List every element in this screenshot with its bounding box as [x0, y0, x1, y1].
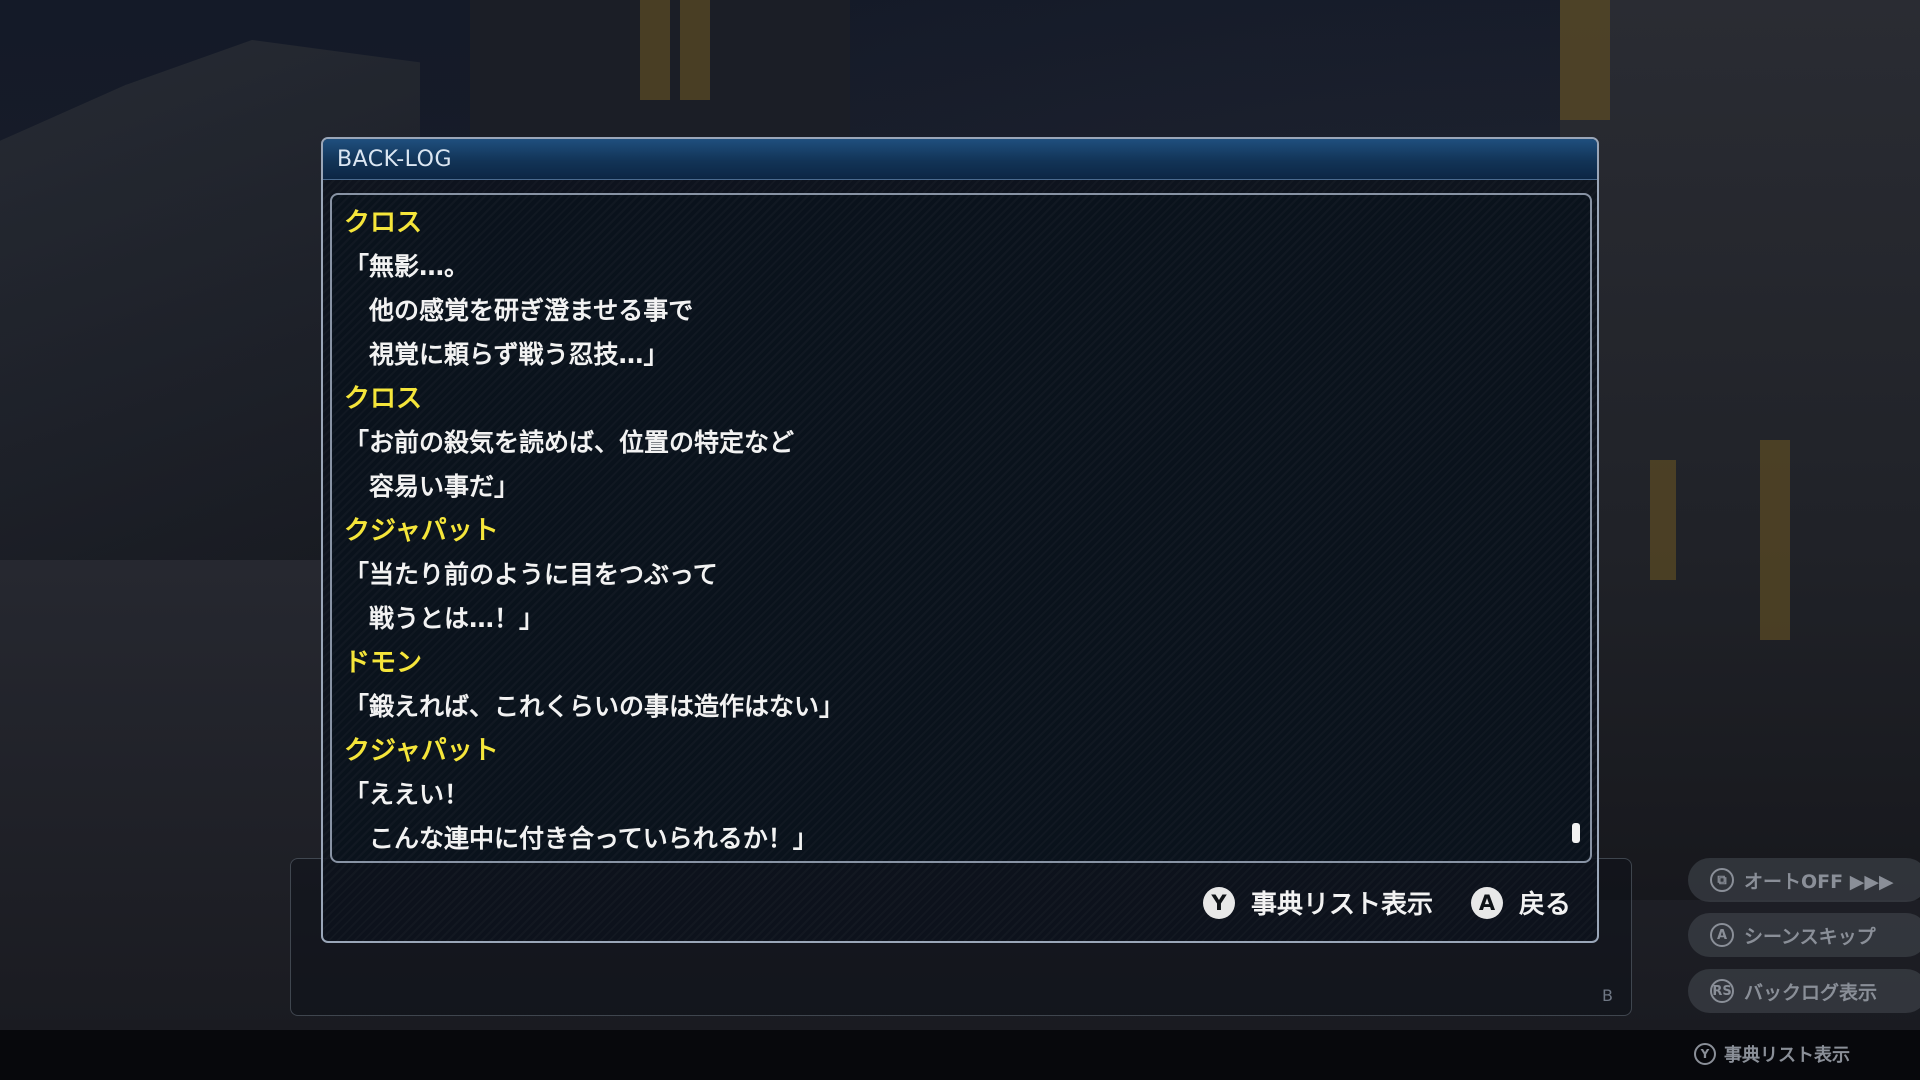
log-entry: ドモン「鍛えれば、これくらいの事は造作はない」 [344, 641, 1560, 729]
dialogue-line: 「ええい！ [344, 780, 470, 809]
dialogue-line: 他の感覚を研ぎ澄ませる事で [344, 296, 694, 325]
background-building-right [1560, 0, 1920, 900]
speaker-name: クロス [344, 384, 423, 414]
a-button-icon: A [1470, 886, 1503, 919]
dialogue-line: 視覚に頼らず戦う忍技…」 [344, 340, 669, 369]
a-button-icon: A [1710, 923, 1734, 947]
dictionary-hint[interactable]: Y 事典リスト表示 [1694, 1041, 1850, 1067]
dialogue-line: 容易い事だ」 [344, 472, 520, 501]
bottom-strip [0, 1030, 1920, 1080]
dialogue-line: 「無影…。 [344, 252, 470, 281]
background-building-left [470, 0, 850, 150]
auto-button[interactable]: ⧉ オートOFF ▶▶▶ [1688, 858, 1920, 902]
dialogue-line: こんな連中に付き合っていられるか！」 [344, 824, 818, 853]
backlog-button[interactable]: RS バックログ表示 [1688, 969, 1920, 1013]
message-box-letter: B [1602, 986, 1613, 1005]
dialogue-line: 戦うとは…！」 [344, 604, 545, 633]
scene-skip-label: シーンスキップ [1744, 925, 1876, 948]
speaker-name: クロス [344, 208, 423, 238]
back-hint[interactable]: A 戻る [1470, 884, 1571, 921]
dialogue-line: 「当たり前のように目をつぶって [344, 560, 718, 589]
back-label: 戻る [1518, 890, 1571, 920]
backlog-label: バックログ表示 [1744, 981, 1878, 1004]
y-button-icon: Y [1694, 1043, 1716, 1065]
log-panel[interactable]: クロス 「無影…。 他の感覚を研ぎ澄ませる事で 視覚に頼らず戦う忍技…」 クロス 「お… [330, 193, 1592, 863]
speaker-name: ドモン [344, 648, 423, 678]
backlog-dialog: BACK-LOG クロス 「無影…。 他の感覚を研ぎ澄ませる事で 視覚に頼らず戦う… [321, 137, 1599, 943]
rs-button-icon: RS [1710, 979, 1734, 1003]
auto-icon: ⧉ [1710, 868, 1734, 892]
dialog-header: BACK-LOG [323, 139, 1597, 180]
dialogue-line: 「お前の殺気を読めば、位置の特定など [344, 428, 795, 457]
dialogue-line: 「鍛えれば、これくらいの事は造作はない」 [344, 692, 845, 721]
dictionary-hint-label: 事典リスト表示 [1724, 1045, 1850, 1066]
log-entry: クロス「お前の殺気を読めば、位置の特定など 容易い事だ」 [344, 377, 1560, 509]
dictionary-list-label: 事典リスト表示 [1250, 890, 1433, 920]
scroll-thumb[interactable] [1572, 823, 1580, 843]
scene-skip-button[interactable]: A シーンスキップ [1688, 913, 1920, 957]
speaker-name: クジャパット [344, 736, 499, 766]
log-entry: クロス「無影…。 他の感覚を研ぎ澄ませる事で 視覚に頼らず戦う忍技…」 [344, 201, 1560, 377]
scrollbar[interactable] [1572, 201, 1580, 857]
dialog-footer: Y 事典リスト表示 A 戻る [1202, 884, 1571, 921]
log-list: クロス 「無影…。 他の感覚を研ぎ澄ませる事で 視覚に頼らず戦う忍技…」 クロス 「お… [344, 201, 1560, 861]
dictionary-list-hint[interactable]: Y 事典リスト表示 [1202, 884, 1433, 921]
y-button-icon: Y [1202, 886, 1235, 919]
log-entry: クジャパット「当たり前のように目をつぶって 戦うとは…！」 [344, 509, 1560, 641]
dialog-title: BACK-LOG [337, 147, 453, 172]
speaker-name: クジャパット [344, 516, 499, 546]
log-entry: クジャパット 「ええい！ こんな連中に付き合っていられるか！」 [344, 729, 1560, 861]
auto-label: オートOFF ▶▶▶ [1744, 870, 1894, 893]
